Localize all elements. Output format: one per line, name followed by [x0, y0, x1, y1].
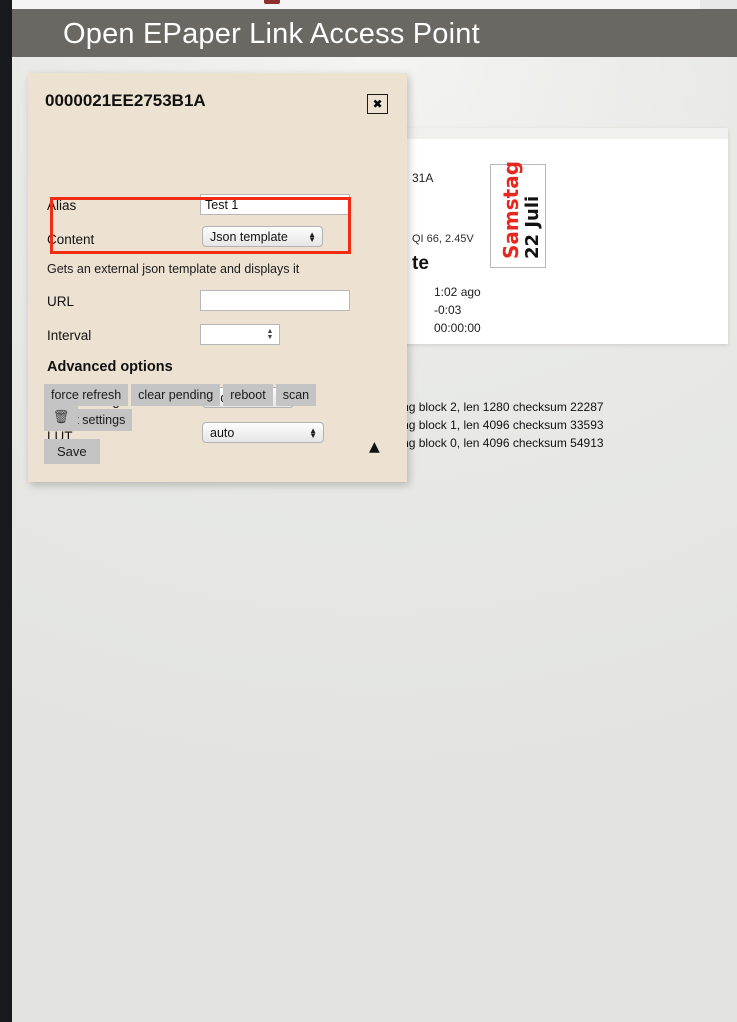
device-card-time-offset: -0:03: [434, 303, 462, 317]
epaper-preview-thumbnail[interactable]: Samstag 22 Juli: [490, 160, 546, 268]
scroll-to-top-icon[interactable]: ▲: [369, 439, 380, 455]
action-button-row: force refresh clear pending reboot scan …: [44, 384, 394, 431]
alias-label: Alias: [47, 198, 77, 213]
device-card-time-last-seen: 1:02 ago: [434, 285, 481, 299]
save-button[interactable]: Save: [44, 439, 100, 464]
content-description: Gets an external json template and displ…: [47, 262, 300, 276]
interval-label: Interval: [47, 328, 92, 343]
force-refresh-button[interactable]: force refresh: [44, 384, 129, 406]
device-card-timestamps: 1:02 ago -0:03 00:00:00: [434, 283, 481, 337]
spinner-updown-icon[interactable]: ▲ ▼: [264, 327, 276, 342]
trash-icon[interactable]: 🗑: [44, 406, 78, 428]
content-select[interactable]: Json template ▲ ▼: [202, 226, 323, 247]
device-card-id: 31A: [412, 171, 434, 185]
epaper-preview-date: 22 Juli: [522, 195, 543, 259]
alias-input[interactable]: [200, 194, 350, 215]
window-edge-left: [0, 0, 12, 1022]
scan-button[interactable]: scan: [275, 384, 317, 406]
url-label: URL: [47, 294, 75, 309]
epaper-preview-day: Samstag: [499, 160, 523, 259]
device-settings-dialog: 0000021EE2753B1A ✖ Alias Content Json te…: [28, 73, 407, 482]
interval-stepper[interactable]: ▲ ▼: [200, 324, 280, 345]
url-input[interactable]: [200, 290, 350, 311]
reboot-button[interactable]: reboot: [223, 384, 273, 406]
device-card-heading: te: [412, 253, 429, 274]
browser-tab-favicon-icon[interactable]: [264, 0, 280, 4]
chevron-updown-icon: ▲▼: [308, 229, 316, 244]
device-card-signal: QI 66, 2.45V: [412, 233, 474, 245]
browser-chrome-strip-right: [700, 0, 737, 9]
browser-chrome-strip: [0, 0, 737, 9]
interval-input[interactable]: [201, 325, 261, 344]
content-label: Content: [47, 232, 95, 247]
clear-pending-button[interactable]: clear pending: [131, 384, 221, 406]
app-header: Open EPaper Link Access Point: [12, 9, 737, 57]
dialog-title: 0000021EE2753B1A: [45, 91, 206, 110]
close-icon[interactable]: ✖: [367, 94, 388, 114]
device-card-time-clock: 00:00:00: [434, 321, 481, 335]
advanced-options-heading: Advanced options: [47, 359, 173, 375]
content-select-value: Json template: [210, 229, 288, 244]
page-title: Open EPaper Link Access Point: [63, 18, 480, 50]
